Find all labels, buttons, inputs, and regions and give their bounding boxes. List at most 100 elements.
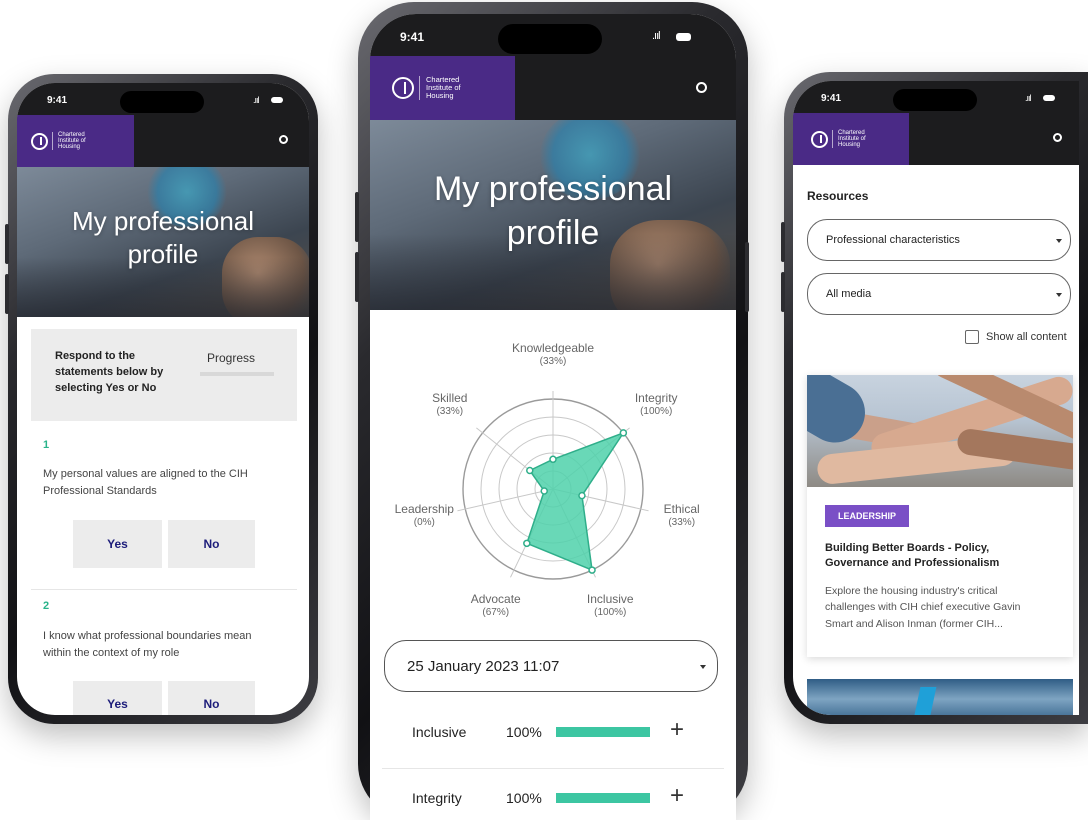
- radar-point: [540, 487, 548, 495]
- progress-label: Progress: [207, 351, 256, 365]
- battery-icon: [271, 97, 283, 103]
- instructions-panel: Respond to the statements below by selec…: [31, 329, 297, 421]
- score-bar-fill: [556, 727, 650, 737]
- score-bar: [556, 727, 650, 737]
- radar-point: [619, 429, 628, 437]
- show-all-checkbox[interactable]: [965, 330, 979, 344]
- topic-filter-select[interactable]: Professional characteristics: [807, 219, 1071, 261]
- phone-side-button: [5, 274, 9, 314]
- score-bar-fill: [556, 793, 650, 803]
- yes-button[interactable]: Yes: [73, 520, 162, 568]
- page-title: My professional profile: [71, 206, 255, 270]
- radar-point: [578, 491, 586, 500]
- radar-axis-percent: (100%): [640, 405, 673, 417]
- score-row: Integrity 100% +: [370, 770, 736, 820]
- radar-axis-percent: (100%): [594, 606, 627, 618]
- card-image-decoration: [913, 687, 937, 715]
- page-title: My professional profile: [433, 170, 673, 252]
- question-number: 1: [43, 439, 50, 451]
- category-tag[interactable]: LEADERSHIP: [825, 505, 909, 527]
- resources-title: Resources: [807, 189, 869, 203]
- dynamic-island: [498, 24, 602, 54]
- no-button[interactable]: No: [168, 681, 255, 715]
- media-filter-select[interactable]: All media: [807, 273, 1071, 315]
- question-text: I know what professional boundaries mean…: [43, 630, 252, 660]
- score-percent: 100%: [506, 724, 542, 740]
- hero-banner: My professional profile: [17, 167, 309, 317]
- radar-point: [588, 566, 596, 574]
- cih-logo[interactable]: Chartered Institute of Housing: [370, 56, 515, 120]
- cih-logo-mark: [811, 130, 828, 148]
- media-filter-value: All media: [826, 288, 872, 300]
- logo-text: Chartered Institute of Housing: [426, 75, 461, 100]
- question-number: 2: [43, 600, 50, 612]
- logo-divider: [832, 130, 833, 148]
- plus-icon[interactable]: +: [670, 782, 684, 810]
- radar-axis-name: Leadership: [394, 502, 454, 517]
- radar-axis-percent: (33%): [539, 356, 567, 367]
- chevron-down-icon: [1056, 293, 1062, 297]
- screen-questionnaire: 9:41 .ııl Chartered Institute of Housing: [17, 83, 309, 715]
- score-percent: 100%: [506, 790, 542, 806]
- radar-point: [523, 539, 531, 548]
- plus-icon[interactable]: +: [670, 716, 684, 744]
- radar-chart: [457, 391, 649, 580]
- radar-axis-label: Leadership (0%): [374, 502, 474, 530]
- radar-axis-name: Knowledgeable: [511, 341, 595, 355]
- phone-side-button: [781, 272, 785, 312]
- radar-axis-label: Advocate (67%): [446, 592, 546, 620]
- progress-bar: [200, 372, 274, 376]
- status-time: 9:41: [400, 30, 425, 44]
- score-divider: [382, 768, 724, 769]
- screen-resources: 9:41 .ııl Chartered Institute of Housing…: [793, 81, 1079, 715]
- search-icon[interactable]: [696, 82, 707, 93]
- search-icon[interactable]: [1053, 133, 1062, 142]
- date-select-value: 25 January 2023 11:07: [407, 657, 560, 675]
- status-time: 9:41: [47, 95, 68, 106]
- resource-card-image[interactable]: [807, 679, 1073, 715]
- phone-middle: 9:41 .ııl Chartered Institute of Housing: [355, 2, 749, 820]
- radar-axis-percent: (67%): [482, 606, 510, 618]
- resource-card[interactable]: LEADERSHIP Building Better Boards - Poli…: [807, 375, 1073, 657]
- radar-axis-label: Skilled (33%): [400, 391, 500, 419]
- radar-point: [526, 466, 534, 475]
- date-select[interactable]: 25 January 2023 11:07: [384, 640, 718, 692]
- dynamic-island: [893, 89, 977, 111]
- radar-axis-percent: (0%): [413, 517, 435, 529]
- question-text: My personal values are aligned to the CI…: [43, 468, 248, 498]
- radar-axis-name: Skilled: [432, 390, 468, 405]
- chevron-down-icon: [1056, 239, 1062, 243]
- app-header: Chartered Institute of Housing: [793, 113, 1079, 165]
- topic-filter-value: Professional characteristics: [826, 234, 960, 246]
- signal-icon: .ııl: [1025, 93, 1031, 103]
- app-header: Chartered Institute of Housing: [17, 115, 309, 167]
- status-bar: 9:41 .ııl: [17, 83, 309, 115]
- cih-logo-mark: [392, 77, 414, 99]
- radar-axis-percent: (33%): [668, 517, 696, 529]
- show-all-label[interactable]: Show all content: [986, 331, 1067, 343]
- logo-text: Chartered Institute of Housing: [838, 129, 866, 149]
- phone-side-button: [355, 252, 359, 302]
- card-title[interactable]: Building Better Boards - Policy, Governa…: [825, 541, 999, 572]
- question-divider: [31, 589, 297, 590]
- score-name: Inclusive: [412, 724, 467, 740]
- screen-profile: 9:41 .ııl Chartered Institute of Housing: [370, 14, 736, 820]
- yes-button[interactable]: Yes: [73, 681, 162, 715]
- no-button[interactable]: No: [168, 520, 255, 568]
- battery-icon: [676, 33, 691, 41]
- radar-axis-label: Integrity (100%): [606, 391, 706, 419]
- card-image: [807, 375, 1073, 487]
- logo-divider: [419, 76, 420, 100]
- cih-logo[interactable]: Chartered Institute of Housing: [17, 115, 134, 167]
- radar-axis-label: Ethical (33%): [632, 502, 732, 530]
- status-bar: 9:41 .ııl: [793, 81, 1079, 113]
- radar-point: [549, 455, 557, 464]
- search-icon[interactable]: [279, 135, 288, 144]
- radar-axis-name: Advocate: [470, 591, 521, 606]
- cih-logo[interactable]: Chartered Institute of Housing: [793, 113, 909, 165]
- phone-side-button: [745, 242, 749, 312]
- battery-icon: [1043, 95, 1055, 101]
- dynamic-island: [120, 91, 204, 113]
- app-header: Chartered Institute of Housing: [370, 56, 736, 120]
- radar-axis-percent: (33%): [436, 405, 464, 417]
